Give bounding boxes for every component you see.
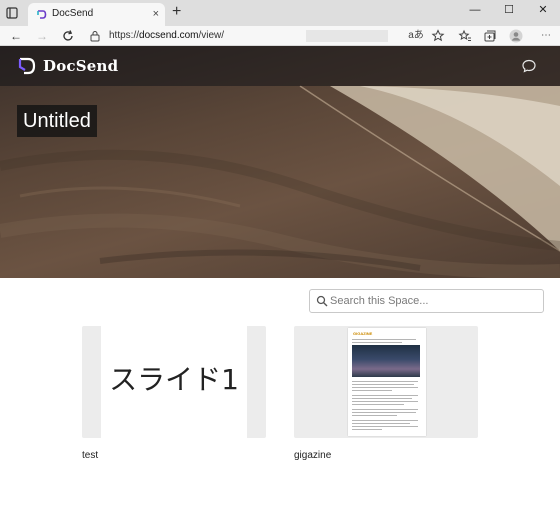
- profile-avatar-icon[interactable]: [508, 28, 524, 44]
- document-thumbnail[interactable]: GIGAZINE: [348, 328, 426, 436]
- browser-tab[interactable]: DocSend ×: [28, 3, 165, 26]
- browser-toolbar: ← → https://docsend.com/view/ aあ ⋯: [0, 26, 560, 46]
- thumbnail-slide-text: スライド1: [109, 363, 239, 396]
- back-arrow-icon[interactable]: ←: [8, 28, 24, 44]
- thumbnail-text-line: [352, 412, 416, 413]
- browser-tab-bar: DocSend × + — ☐ ✕: [0, 0, 560, 26]
- more-menu-icon[interactable]: ⋯: [538, 28, 554, 44]
- add-favorite-icon[interactable]: [430, 28, 446, 44]
- thumbnail-text-line: [352, 429, 382, 430]
- document-name[interactable]: gigazine: [294, 450, 331, 461]
- space-title: Untitled: [23, 110, 91, 132]
- thumbnail-text-line: [352, 384, 414, 385]
- docsend-logo-text[interactable]: DocSend: [43, 57, 118, 75]
- thumbnail-text-line: [352, 401, 418, 402]
- url-text[interactable]: https://docsend.com/view/: [109, 30, 224, 41]
- address-bar[interactable]: https://docsend.com/view/: [84, 27, 400, 45]
- thumbnail-text-line: [352, 339, 416, 340]
- collections-icon[interactable]: [482, 28, 498, 44]
- docsend-favicon-icon: [37, 10, 47, 19]
- thumbnail-text-line: [352, 398, 412, 399]
- docsend-logo-icon[interactable]: [17, 56, 37, 76]
- url-redacted-segment: [306, 30, 388, 42]
- space-search-box[interactable]: [309, 289, 544, 313]
- tab-actions-icon[interactable]: [5, 6, 19, 20]
- thumbnail-text-line: [352, 387, 418, 388]
- thumbnail-text-line: [352, 415, 397, 416]
- thumbnail-brand-text: GIGAZINE: [353, 331, 373, 336]
- chat-icon[interactable]: [521, 58, 537, 74]
- forward-arrow-icon[interactable]: →: [34, 28, 50, 44]
- thumbnail-text-line: [352, 381, 418, 382]
- thumbnail-text-line: [352, 420, 418, 421]
- thumbnail-text-line: [352, 426, 418, 427]
- thumbnail-text-line: [352, 404, 404, 405]
- tab-close-icon[interactable]: ×: [153, 7, 159, 21]
- minimize-button[interactable]: —: [458, 0, 492, 22]
- thumbnail-text-line: [352, 409, 418, 410]
- lock-icon[interactable]: [90, 30, 100, 42]
- thumbnail-text-line: [352, 342, 402, 343]
- new-tab-button[interactable]: +: [172, 4, 181, 20]
- document-card[interactable]: スライド1: [82, 326, 266, 438]
- search-icon: [316, 295, 328, 307]
- space-hero-banner: DocSend Untitled: [0, 46, 560, 278]
- site-header: DocSend: [0, 46, 560, 86]
- thumbnail-text-line: [352, 395, 418, 396]
- search-input[interactable]: [330, 292, 535, 310]
- close-window-button[interactable]: ✕: [526, 0, 560, 22]
- thumbnail-text-line: [352, 423, 410, 424]
- tab-title: DocSend: [52, 8, 94, 19]
- favorites-icon[interactable]: [457, 28, 473, 44]
- thumbnail-text-line: [352, 390, 392, 391]
- document-name[interactable]: test: [82, 450, 98, 461]
- refresh-icon[interactable]: [60, 28, 76, 44]
- space-title-box: Untitled: [17, 105, 97, 137]
- document-thumbnail[interactable]: スライド1: [101, 326, 247, 438]
- thumbnail-article-image: [352, 345, 420, 377]
- document-card[interactable]: GIGAZINE: [294, 326, 478, 438]
- maximize-button[interactable]: ☐: [492, 0, 526, 22]
- read-aloud-icon[interactable]: aあ: [408, 28, 424, 44]
